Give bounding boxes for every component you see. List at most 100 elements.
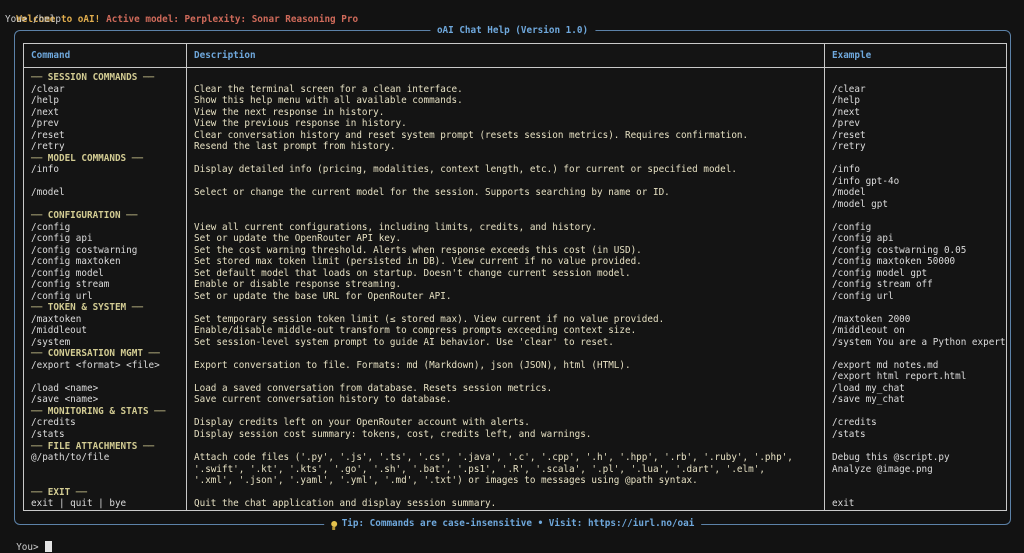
row-description: Select or change the current model for t… bbox=[194, 187, 824, 199]
row-description: Save current conversation history to dat… bbox=[194, 394, 824, 406]
row-command: /help bbox=[31, 95, 186, 107]
row-command: /info bbox=[31, 164, 186, 176]
row-command: /model bbox=[31, 187, 186, 199]
row-command: /config stream bbox=[31, 279, 186, 291]
row-description: Load a saved conversation from database.… bbox=[194, 383, 824, 395]
row-description: Set temporary session token limit (≤ sto… bbox=[194, 314, 824, 326]
row-command: /config api bbox=[31, 233, 186, 245]
col-description-lines: Clear the terminal screen for a clean in… bbox=[194, 72, 824, 510]
row-description bbox=[194, 72, 824, 84]
tip-bar: Tip: Commands are case-insensitive • Vis… bbox=[324, 518, 702, 530]
row-example bbox=[832, 348, 1006, 360]
row-example: exit bbox=[832, 498, 1006, 510]
row-description bbox=[194, 176, 824, 188]
column-command: Command ── SESSION COMMANDS ──/clear/hel… bbox=[24, 44, 187, 510]
row-command: /next bbox=[31, 107, 186, 119]
row-example: /config costwarning 0.05 bbox=[832, 245, 1006, 257]
row-command bbox=[31, 464, 186, 476]
row-example bbox=[832, 406, 1006, 418]
row-command: /credits bbox=[31, 417, 186, 429]
row-description: Quit the chat application and display se… bbox=[194, 498, 824, 510]
row-description bbox=[194, 199, 824, 211]
row-command: /retry bbox=[31, 141, 186, 153]
row-command bbox=[31, 199, 186, 211]
tip-text: Tip: Commands are case-insensitive • Vis… bbox=[342, 518, 695, 530]
row-example bbox=[832, 487, 1006, 499]
row-example: /load my_chat bbox=[832, 383, 1006, 395]
row-description: Set or update the OpenRouter API key. bbox=[194, 233, 824, 245]
row-description: Enable/disable middle-out transform to c… bbox=[194, 325, 824, 337]
row-description: Set stored max token limit (persisted in… bbox=[194, 256, 824, 268]
section-header: ── TOKEN & SYSTEM ── bbox=[31, 302, 186, 314]
row-example: /middleout on bbox=[832, 325, 1006, 337]
help-panel: oAI Chat Help (Version 1.0) Command ── S… bbox=[14, 30, 1011, 525]
section-header: ── CONVERSATION MGMT ── bbox=[31, 348, 186, 360]
row-command: /export <format> <file> bbox=[31, 360, 186, 372]
row-command: /config bbox=[31, 222, 186, 234]
row-example: /config maxtoken 50000 bbox=[832, 256, 1006, 268]
row-description: View the previous response in history. bbox=[194, 118, 824, 130]
section-header: ── MONITORING & STATS ── bbox=[31, 406, 186, 418]
row-description: Attach code files ('.py', '.js', '.ts', … bbox=[194, 452, 824, 464]
section-header: ── MODEL COMMANDS ── bbox=[31, 153, 186, 165]
row-command: /stats bbox=[31, 429, 186, 441]
row-description: Set or update the base URL for OpenRoute… bbox=[194, 291, 824, 303]
row-example: /info gpt-4o bbox=[832, 176, 1006, 188]
row-description: '.xml', '.json', '.yaml', '.yml', '.md',… bbox=[194, 475, 824, 487]
row-example: /system You are a Python expert bbox=[832, 337, 1006, 349]
row-example: /help bbox=[832, 95, 1006, 107]
row-description: View the next response in history. bbox=[194, 107, 824, 119]
row-description: Display detailed info (pricing, modaliti… bbox=[194, 164, 824, 176]
row-example: /credits bbox=[832, 417, 1006, 429]
row-example: /reset bbox=[832, 130, 1006, 142]
row-command: /maxtoken bbox=[31, 314, 186, 326]
row-description: Set session-level system prompt to guide… bbox=[194, 337, 824, 349]
row-example: /config stream off bbox=[832, 279, 1006, 291]
row-example: Analyze @image.png bbox=[832, 464, 1006, 476]
row-description: Clear the terminal screen for a clean in… bbox=[194, 84, 824, 96]
header-description: Description bbox=[194, 50, 256, 62]
row-description: View all current configurations, includi… bbox=[194, 222, 824, 234]
header-example: Example bbox=[832, 50, 871, 62]
row-example bbox=[832, 441, 1006, 453]
row-description: Export conversation to file. Formats: md… bbox=[194, 360, 824, 372]
row-description bbox=[194, 406, 824, 418]
text-cursor[interactable] bbox=[45, 541, 52, 552]
row-description bbox=[194, 441, 824, 453]
row-example: /prev bbox=[832, 118, 1006, 130]
row-command: /reset bbox=[31, 130, 186, 142]
row-description: Show this help menu with all available c… bbox=[194, 95, 824, 107]
row-command: /config model bbox=[31, 268, 186, 280]
row-example: /model gpt bbox=[832, 199, 1006, 211]
row-example: /export md notes.md bbox=[832, 360, 1006, 372]
header-command: Command bbox=[31, 50, 70, 62]
row-description: Resend the last prompt from history. bbox=[194, 141, 824, 153]
row-example: /model bbox=[832, 187, 1006, 199]
lightbulb-icon bbox=[331, 521, 337, 527]
col-command-lines: ── SESSION COMMANDS ──/clear/help/next/p… bbox=[31, 72, 186, 510]
row-example bbox=[832, 210, 1006, 222]
row-description: Set the cost warning threshold. Alerts w… bbox=[194, 245, 824, 257]
col-example-lines: /clear/help/next/prev/reset/retry/info/i… bbox=[832, 72, 1006, 510]
row-command: /save <name> bbox=[31, 394, 186, 406]
row-example bbox=[832, 475, 1006, 487]
help-panel-title: oAI Chat Help (Version 1.0) bbox=[430, 25, 595, 37]
row-example: /retry bbox=[832, 141, 1006, 153]
row-command: exit | quit | bye bbox=[31, 498, 186, 510]
column-example: Example /clear/help/next/prev/reset/retr… bbox=[825, 44, 1006, 510]
row-command: /middleout bbox=[31, 325, 186, 337]
row-example: /save my_chat bbox=[832, 394, 1006, 406]
row-description bbox=[194, 371, 824, 383]
terminal-prompt-line[interactable]: You> bbox=[5, 527, 52, 553]
row-description bbox=[194, 210, 824, 222]
row-example bbox=[832, 302, 1006, 314]
row-example: /config model gpt bbox=[832, 268, 1006, 280]
row-description: Set default model that loads on startup.… bbox=[194, 268, 824, 280]
row-description: '.swift', '.kt', '.kts', '.go', '.sh', '… bbox=[194, 464, 824, 476]
prompt-label: You> bbox=[16, 542, 38, 553]
row-example: /export html report.html bbox=[832, 371, 1006, 383]
row-command: /system bbox=[31, 337, 186, 349]
section-header: ── EXIT ── bbox=[31, 487, 186, 499]
row-example: Debug this @script.py bbox=[832, 452, 1006, 464]
row-description bbox=[194, 302, 824, 314]
